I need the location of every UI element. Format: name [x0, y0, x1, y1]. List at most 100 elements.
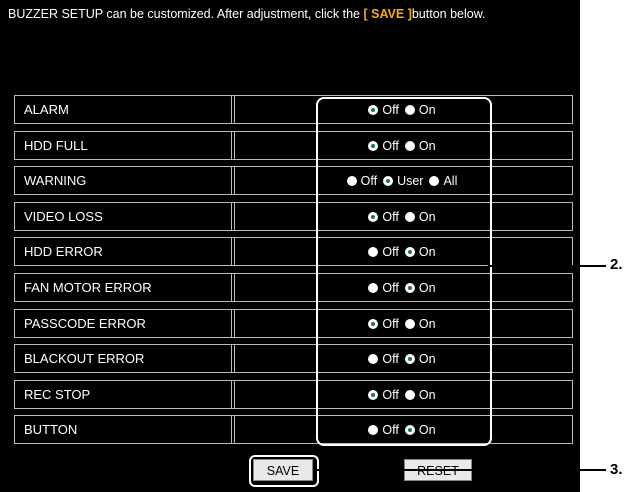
radio-option-label: Off [382, 280, 399, 295]
radio-group: Off On [232, 381, 572, 408]
radio-button-icon[interactable] [368, 389, 379, 400]
radio-button-icon[interactable] [404, 318, 415, 329]
radio-group: Off On [232, 310, 572, 337]
radio-option[interactable]: User [383, 174, 423, 188]
radio-button-icon[interactable] [404, 104, 415, 115]
radio-button-icon[interactable] [368, 246, 379, 257]
radio-option[interactable]: On [404, 280, 436, 295]
radio-button-icon[interactable] [368, 104, 379, 115]
callout-label-options: 2. [610, 256, 623, 273]
setting-label: FAN MOTOR ERROR [14, 273, 235, 302]
setting-row: VIDEO LOSS Off On [14, 202, 573, 231]
radio-group: Off On [232, 203, 572, 230]
callout-label-save: 3. [610, 461, 623, 478]
radio-button-icon[interactable] [383, 175, 394, 186]
setting-options-cell: Off On [231, 273, 573, 302]
radio-group: Off On [232, 96, 572, 123]
radio-option[interactable]: Off [368, 387, 399, 402]
setting-label: PASSCODE ERROR [14, 309, 235, 338]
radio-option[interactable]: On [404, 422, 436, 437]
radio-group: Off On [232, 416, 572, 443]
setting-row: BUTTON Off On [14, 415, 573, 444]
setting-options-cell: Off On [231, 415, 573, 444]
radio-button-icon[interactable] [404, 389, 415, 400]
radio-option-label: On [418, 280, 436, 295]
radio-button-icon[interactable] [368, 424, 379, 435]
radio-group: Off On [232, 345, 572, 372]
radio-option[interactable]: Off [368, 210, 399, 224]
radio-option-label: On [418, 244, 436, 259]
radio-option-label: Off [382, 387, 399, 402]
radio-option-label: Off [382, 102, 399, 117]
radio-group: Off On [232, 274, 572, 301]
radio-option[interactable]: All [429, 174, 457, 188]
radio-option[interactable]: On [404, 244, 436, 259]
setting-row: HDD FULL Off On [14, 131, 573, 160]
radio-button-icon[interactable] [368, 353, 379, 364]
radio-button-icon[interactable] [404, 140, 415, 151]
radio-option[interactable]: Off [368, 423, 399, 437]
setting-row: REC STOP Off On [14, 380, 573, 409]
radio-option[interactable]: Off [346, 173, 378, 188]
setting-options-cell: Off On [231, 309, 573, 338]
radio-group: Off User All [232, 167, 572, 194]
radio-option-label: Off [382, 351, 399, 366]
radio-button-icon[interactable] [368, 140, 379, 151]
save-button[interactable]: SAVE [253, 459, 313, 481]
radio-option-label: On [418, 422, 436, 437]
setting-row: BLACKOUT ERROR Off On [14, 344, 573, 373]
callout-line-options [488, 265, 606, 267]
setting-label: REC STOP [14, 380, 235, 409]
radio-option[interactable]: Off [368, 244, 399, 259]
setting-row: HDD ERROR Off On [14, 237, 573, 266]
radio-option[interactable]: On [404, 352, 436, 366]
radio-option[interactable]: On [404, 316, 436, 331]
radio-button-icon[interactable] [429, 175, 440, 186]
radio-option[interactable]: Off [368, 280, 399, 295]
radio-button-icon[interactable] [404, 211, 415, 222]
setting-options-cell: Off On [231, 380, 573, 409]
radio-group: Off On [232, 132, 572, 159]
setting-label: VIDEO LOSS [14, 202, 235, 231]
radio-button-icon[interactable] [368, 211, 379, 222]
radio-option[interactable]: Off [368, 351, 399, 366]
radio-option[interactable]: Off [368, 102, 399, 117]
setting-label: ALARM [14, 95, 235, 124]
radio-button-icon[interactable] [404, 282, 415, 293]
setting-options-cell: Off User All [231, 166, 573, 195]
radio-option-label: Off [382, 316, 399, 331]
buzzer-setup-panel: BUZZER SETUP can be customized. After ad… [0, 0, 580, 492]
setting-options-cell: Off On [231, 344, 573, 373]
radio-button-icon[interactable] [404, 353, 415, 364]
callout-line-save [315, 469, 606, 471]
radio-option-label: All [443, 173, 458, 188]
radio-option[interactable]: On [404, 138, 436, 153]
radio-group: Off On [232, 238, 572, 265]
radio-button-icon[interactable] [368, 318, 379, 329]
setting-options-cell: Off On [231, 95, 573, 124]
radio-option-label: On [418, 316, 436, 331]
radio-option[interactable]: On [404, 388, 436, 402]
setting-label: HDD FULL [14, 131, 235, 160]
setting-row: FAN MOTOR ERROR Off On [14, 273, 573, 302]
radio-button-icon[interactable] [368, 282, 379, 293]
instruction-text-start: BUZZER SETUP can be customized. After ad… [8, 7, 364, 21]
radio-option-label: Off [382, 244, 399, 259]
setting-label: HDD ERROR [14, 237, 235, 266]
instruction-text: BUZZER SETUP can be customized. After ad… [8, 6, 568, 23]
setting-label: WARNING [14, 166, 235, 195]
radio-button-icon[interactable] [404, 246, 415, 257]
radio-option-label: Off [360, 173, 378, 188]
radio-option[interactable]: On [404, 103, 436, 117]
radio-option-label: On [418, 138, 436, 153]
radio-button-icon[interactable] [346, 175, 357, 186]
radio-option[interactable]: On [404, 210, 436, 224]
instruction-text-end: button below. [411, 7, 486, 21]
radio-option[interactable]: Off [368, 138, 399, 153]
setting-options-cell: Off On [231, 237, 573, 266]
radio-option-label: Off [382, 138, 399, 153]
setting-row: PASSCODE ERROR Off On [14, 309, 573, 338]
radio-button-icon[interactable] [404, 424, 415, 435]
radio-option[interactable]: Off [368, 316, 399, 331]
setting-row: WARNING Off User All [14, 166, 573, 195]
